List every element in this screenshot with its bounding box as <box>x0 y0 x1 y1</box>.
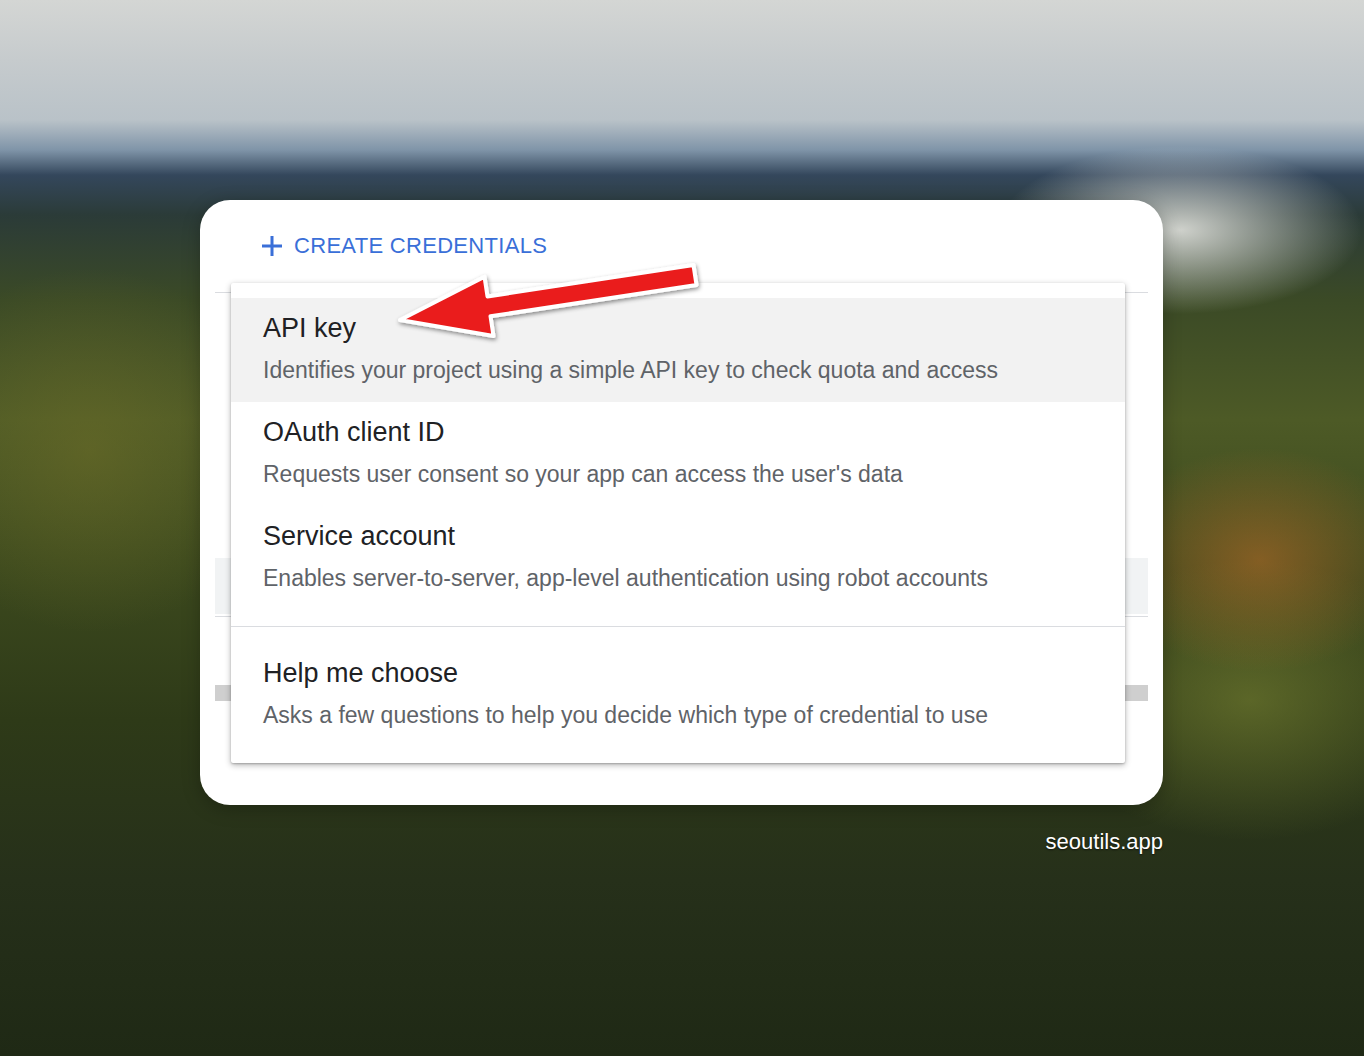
watermark: seoutils.app <box>1046 829 1163 855</box>
menu-item-description: Enables server-to-server, app-level auth… <box>263 560 1093 596</box>
menu-item-title: Help me choose <box>263 657 1093 689</box>
menu-item-title: Service account <box>263 520 1093 552</box>
menu-item-title: API key <box>263 312 1093 344</box>
menu-item-description: Requests user consent so your app can ac… <box>263 456 1093 492</box>
create-credentials-button[interactable]: CREATE CREDENTIALS <box>200 200 1163 260</box>
credentials-card: CREATE CREDENTIALS API key Identifies your… <box>200 200 1163 805</box>
credentials-menu: API key Identifies your project using a s… <box>231 283 1125 763</box>
desktop: CREATE CREDENTIALS API key Identifies your… <box>0 0 1364 1056</box>
menu-item[interactable]: API key Identifies your project using a s… <box>231 298 1125 402</box>
plus-icon <box>260 234 284 258</box>
menu-item[interactable]: OAuth client ID Requests user consent so … <box>231 402 1125 506</box>
screenshot-frame: CREATE CREDENTIALS API key Identifies your… <box>200 200 1163 1056</box>
menu-item[interactable]: Service account Enables server-to-server,… <box>231 506 1125 610</box>
red-arrow-icon <box>0 0 1364 1056</box>
menu-item-title: OAuth client ID <box>263 416 1093 448</box>
menu-item-description: Asks a few questions to help you decide … <box>263 697 1093 733</box>
menu-item[interactable]: Help me choose Asks a few questions to he… <box>231 643 1125 747</box>
menu-item-description: Identifies your project using a simple A… <box>263 352 1093 388</box>
create-credentials-label: CREATE CREDENTIALS <box>294 233 547 259</box>
menu-group: Help me choose Asks a few questions to he… <box>231 626 1125 763</box>
menu-group: API key Identifies your project using a s… <box>231 283 1125 626</box>
